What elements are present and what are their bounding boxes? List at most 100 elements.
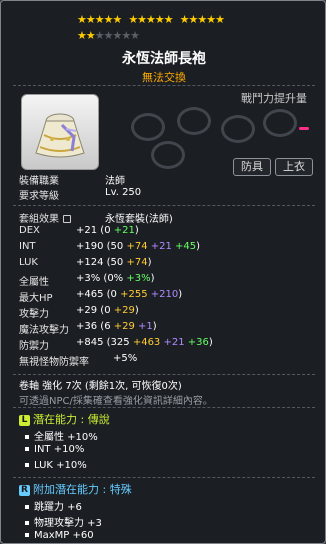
stat-breakdown: (0 bbox=[100, 305, 114, 316]
bullet-icon bbox=[25, 435, 29, 439]
lock-icon bbox=[63, 215, 71, 223]
stat-breakdown: +21 bbox=[113, 225, 135, 236]
stat-value: +5% bbox=[113, 353, 137, 364]
robe-icon bbox=[35, 113, 85, 158]
stat-total: +36 bbox=[76, 321, 101, 332]
job-label: 裝備職業 bbox=[19, 176, 59, 187]
stat-breakdown: ) bbox=[152, 321, 157, 332]
potential-line: 全屬性 +10% bbox=[25, 428, 98, 443]
stat-label: 防禦力 bbox=[19, 341, 49, 352]
potential-grade-icon: L bbox=[19, 414, 30, 426]
bullet-icon bbox=[25, 505, 29, 509]
stat-breakdown: (6 bbox=[100, 321, 114, 332]
stat-breakdown: ) bbox=[134, 225, 139, 236]
level-label: 要求等級 bbox=[19, 191, 59, 202]
stat-breakdown: +21 bbox=[147, 241, 172, 252]
stat-breakdown: (0 bbox=[100, 225, 114, 236]
star-row-1: ★★★★★ ★★★★★ ★★★★★ bbox=[77, 13, 231, 26]
stat-total: +190 bbox=[76, 241, 107, 252]
scroll-upgrade-info: 卷軸 強化 7次 (剩餘1次, 可恢復0次) bbox=[19, 381, 182, 392]
bullet-icon bbox=[25, 533, 29, 537]
stat-breakdown: +45 bbox=[171, 241, 197, 252]
stat-label: LUK bbox=[19, 257, 38, 268]
stat-total: +845 bbox=[76, 337, 107, 348]
stat-breakdown: +1 bbox=[134, 321, 153, 332]
stat-label: DEX bbox=[19, 225, 40, 236]
potential-line: INT +10% bbox=[25, 444, 84, 455]
potential-line-text: INT +10% bbox=[34, 444, 85, 455]
decorative-ring-icon bbox=[177, 107, 211, 135]
accent-marker bbox=[299, 127, 309, 130]
potential-line: LUK +10% bbox=[25, 460, 87, 471]
stat-label: INT bbox=[19, 241, 36, 252]
additional-potential-line-text: 物理攻擊力 +3 bbox=[34, 518, 102, 529]
stat-breakdown: +21 bbox=[160, 337, 185, 348]
potential-title: 潛在能力 : 傳說 bbox=[33, 413, 110, 426]
star-force: ★★★★★ ★★★★★ ★★★★★ ★★★★★★★ bbox=[1, 7, 326, 42]
bullet-icon bbox=[25, 447, 29, 451]
star-group: ★★★★★ bbox=[128, 13, 173, 26]
divider bbox=[13, 205, 315, 206]
tag-top: 上衣 bbox=[275, 158, 313, 176]
stat-breakdown: +29 bbox=[113, 305, 135, 316]
bullet-icon bbox=[25, 463, 29, 467]
stat-breakdown: ) bbox=[178, 289, 183, 300]
divider bbox=[13, 85, 315, 86]
stat-label: 全屬性 bbox=[19, 277, 49, 288]
bullet-icon bbox=[25, 521, 29, 525]
stat-value: +3% (0% +3%) bbox=[76, 273, 155, 284]
stat-value: +124 (50 +74) bbox=[76, 257, 151, 268]
tag-armor: 防具 bbox=[233, 158, 271, 176]
level-value: Lv. 250 bbox=[105, 187, 142, 198]
stat-breakdown: ) bbox=[134, 305, 139, 316]
item-icon-frame bbox=[21, 94, 99, 170]
set-effect-text: 套組效果 bbox=[19, 214, 59, 225]
stat-breakdown: +29 bbox=[113, 321, 135, 332]
stat-breakdown: (50 bbox=[106, 257, 127, 268]
additional-potential-line-text: MaxMP +60 bbox=[34, 530, 94, 541]
trade-status: 無法交換 bbox=[142, 71, 186, 84]
additional-potential-title: 附加潛在能力 : 特殊 bbox=[33, 483, 132, 496]
star-group-filled: ★★ bbox=[77, 29, 96, 42]
power-increase-label: 戰鬥力提升量 bbox=[241, 92, 307, 105]
stat-breakdown: ) bbox=[150, 273, 155, 284]
potential-line-text: 全屬性 +10% bbox=[34, 432, 98, 443]
star-row-2: ★★★★★★★ bbox=[77, 29, 140, 42]
decorative-ring-icon bbox=[221, 115, 255, 143]
stat-label: 攻擊力 bbox=[19, 309, 49, 320]
item-tooltip: ★★★★★ ★★★★★ ★★★★★ ★★★★★★★ 永恆法師長袍 無法交換 戰鬥力提… bbox=[0, 0, 326, 544]
star-group: ★★★★★ bbox=[179, 13, 225, 26]
stat-breakdown: ) bbox=[196, 241, 201, 252]
item-name: 永恆法師長袍 bbox=[122, 51, 206, 67]
stat-total: +124 bbox=[76, 257, 107, 268]
stat-breakdown: (0% bbox=[103, 273, 127, 284]
stat-total: +3% bbox=[76, 273, 104, 284]
upgrade-hint: 可透過NPC/採集確查看強化資訊詳細內容。 bbox=[19, 396, 213, 407]
stat-label: 最大HP bbox=[19, 293, 53, 304]
stat-breakdown: +36 bbox=[184, 337, 209, 348]
stat-breakdown: +210 bbox=[147, 289, 179, 300]
stat-breakdown: ) bbox=[147, 257, 152, 268]
stat-breakdown: +463 bbox=[132, 337, 161, 348]
stat-value: +465 (0 +255 +210) bbox=[76, 289, 182, 300]
additional-potential-header: R 附加潛在能力 : 特殊 bbox=[19, 481, 132, 497]
decorative-ring-icon bbox=[131, 113, 165, 141]
set-effect-value: 永恆套裝(法師) bbox=[105, 214, 173, 225]
stat-breakdown: (325 bbox=[106, 337, 133, 348]
stat-label: 魔法攻擊力 bbox=[19, 325, 69, 336]
potential-header: L 潛在能力 : 傳說 bbox=[19, 411, 110, 427]
stat-value: +21 (0 +21) bbox=[76, 225, 139, 236]
stat-breakdown: ) bbox=[208, 337, 213, 348]
divider bbox=[13, 477, 315, 478]
additional-potential-line-text: 跳躍力 +6 bbox=[34, 502, 82, 513]
stat-total: +29 bbox=[76, 305, 101, 316]
stat-breakdown: (0 bbox=[106, 289, 121, 300]
additional-potential-line: 跳躍力 +6 bbox=[25, 498, 82, 513]
stat-breakdown: +255 bbox=[120, 289, 148, 300]
stat-breakdown: +3% bbox=[126, 273, 151, 284]
stat-total: +21 bbox=[76, 225, 101, 236]
stat-value: +845 (325 +463 +21 +36) bbox=[76, 337, 213, 348]
job-value: 法師 bbox=[105, 176, 125, 187]
stat-total: +5% bbox=[113, 353, 138, 364]
stat-breakdown: (50 bbox=[106, 241, 127, 252]
